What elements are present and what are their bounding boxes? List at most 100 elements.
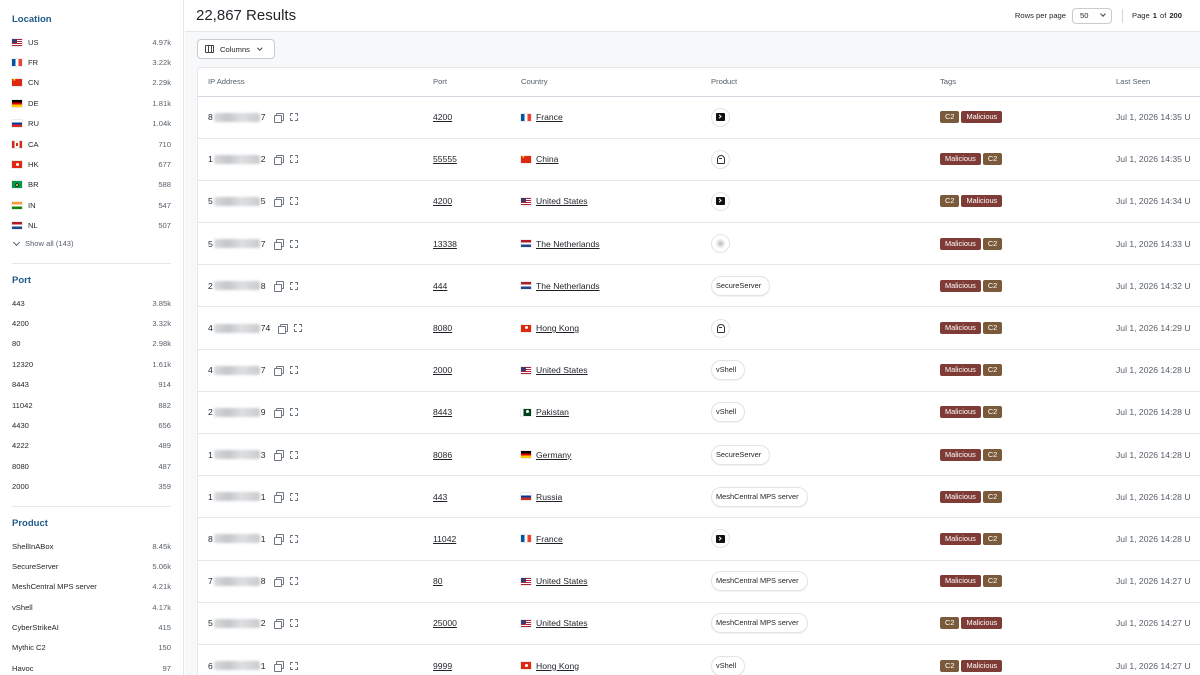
facet-item-location[interactable]: FR 3.22k [12, 52, 171, 72]
facet-item-product[interactable]: SecureServer 5.06k [12, 556, 171, 576]
tag-c2[interactable]: C2 [940, 617, 960, 630]
port-link[interactable]: 8443 [433, 407, 452, 417]
port-link[interactable]: 9999 [433, 661, 452, 671]
column-header-product[interactable]: Product [701, 68, 930, 97]
port-link[interactable]: 4200 [433, 196, 452, 206]
expand-icon[interactable] [289, 619, 298, 628]
facet-item-location[interactable]: IN 547 [12, 195, 171, 215]
tag-c2[interactable]: C2 [982, 575, 1003, 588]
product-badge[interactable] [711, 529, 730, 549]
facet-item-port[interactable]: 8443 914 [12, 374, 171, 394]
country-link[interactable]: United States [536, 365, 588, 375]
tag-malicious[interactable]: Malicious [940, 364, 981, 377]
copy-icon[interactable] [273, 492, 284, 503]
facet-item-port[interactable]: 12320 1.61k [12, 354, 171, 374]
country-link[interactable]: France [536, 534, 563, 544]
column-header-ip[interactable]: IP Address [198, 68, 423, 97]
facet-item-location[interactable]: CN 2.29k [12, 73, 171, 93]
tag-malicious[interactable]: Malicious [961, 111, 1003, 124]
country-link[interactable]: Hong Kong [536, 323, 579, 333]
product-pill[interactable]: MeshCentral MPS server [711, 486, 808, 507]
copy-icon[interactable] [273, 154, 284, 166]
tag-malicious[interactable]: Malicious [940, 237, 981, 250]
expand-icon[interactable] [289, 366, 298, 375]
table-row[interactable]: 7 8 80 United States MeshCentral MPS server M… [198, 560, 1200, 603]
tag-c2[interactable]: C2 [940, 111, 960, 124]
facet-item-location[interactable]: NL 507 [12, 216, 171, 236]
tag-c2[interactable]: C2 [982, 532, 1003, 545]
country-link[interactable]: Germany [536, 450, 571, 460]
expand-icon[interactable] [289, 408, 298, 417]
facet-item-port[interactable]: 8080 487 [12, 456, 171, 476]
country-link[interactable]: France [536, 112, 563, 122]
facet-item-location[interactable]: BR 588 [12, 175, 171, 195]
expand-icon[interactable] [289, 281, 298, 290]
product-pill[interactable]: vShell [711, 655, 746, 675]
table-row[interactable]: 5 2 25000 United States MeshCentral MPS serv… [198, 602, 1200, 645]
port-link[interactable]: 4200 [433, 112, 452, 122]
expand-icon[interactable] [289, 239, 298, 248]
expand-icon[interactable] [289, 492, 298, 501]
tag-c2[interactable]: C2 [982, 448, 1003, 461]
country-link[interactable]: United States [536, 196, 588, 206]
tag-malicious[interactable]: Malicious [961, 617, 1003, 630]
expand-icon[interactable] [289, 197, 298, 206]
port-link[interactable]: 2000 [433, 365, 452, 375]
port-link[interactable]: 8080 [433, 323, 452, 333]
column-header-country[interactable]: Country [511, 68, 701, 97]
port-link[interactable]: 444 [433, 281, 447, 291]
tag-malicious[interactable]: Malicious [940, 153, 981, 166]
expand-icon[interactable] [289, 450, 298, 459]
tag-c2[interactable]: C2 [982, 153, 1003, 166]
expand-icon[interactable] [289, 661, 298, 670]
copy-icon[interactable] [273, 407, 284, 419]
facet-item-location[interactable]: CA 710 [12, 134, 171, 154]
copy-icon[interactable] [273, 661, 284, 672]
copy-icon[interactable] [278, 323, 289, 335]
expand-icon[interactable] [289, 113, 298, 122]
table-row[interactable]: 8 7 4200 France C2 Malicious Jul 1, 2026 14:35… [198, 96, 1200, 139]
table-row[interactable]: 8 1 11042 France Malicious C2 Jul 1, 2026 14:2… [198, 517, 1200, 561]
port-link[interactable]: 8086 [433, 450, 452, 460]
facet-item-location[interactable]: US 4.97k [12, 32, 171, 52]
product-pill[interactable]: SecureServer [711, 275, 771, 296]
copy-icon[interactable] [273, 576, 284, 588]
table-row[interactable]: 5 5 4200 United States C2 Malicious Jul 1, 202… [198, 180, 1200, 224]
facet-item-port[interactable]: 443 3.85k [12, 293, 171, 313]
tag-malicious[interactable]: Malicious [940, 406, 981, 419]
tag-malicious[interactable]: Malicious [940, 490, 981, 503]
column-header-port[interactable]: Port [423, 68, 511, 97]
tag-malicious[interactable]: Malicious [961, 195, 1003, 208]
table-row[interactable]: 6 1 9999 Hong Kong vShell C2 Malicious Jul 1, 2… [198, 644, 1200, 675]
port-link[interactable]: 13338 [433, 239, 457, 249]
port-link[interactable]: 11042 [433, 534, 456, 544]
tag-c2[interactable]: C2 [982, 322, 1003, 335]
tag-c2[interactable]: C2 [982, 279, 1003, 292]
tag-malicious[interactable]: Malicious [940, 322, 981, 335]
product-pill[interactable]: MeshCentral MPS server [711, 571, 808, 592]
copy-icon[interactable] [273, 281, 284, 292]
facet-item-location[interactable]: RU 1.04k [12, 114, 171, 134]
product-badge[interactable] [711, 234, 730, 254]
product-badge[interactable] [711, 149, 730, 169]
country-link[interactable]: United States [536, 576, 588, 586]
copy-icon[interactable] [273, 450, 284, 461]
country-link[interactable]: The Netherlands [536, 281, 600, 291]
expand-icon[interactable] [289, 534, 298, 543]
expand-icon[interactable] [289, 577, 298, 586]
product-badge[interactable] [711, 107, 730, 127]
table-row[interactable]: 1 1 443 Russia MeshCentral MPS server Malicio… [198, 475, 1200, 519]
column-header-last-seen[interactable]: Last Seen [1106, 68, 1200, 97]
copy-icon[interactable] [273, 365, 284, 377]
copy-icon[interactable] [273, 534, 284, 545]
country-link[interactable]: United States [536, 618, 588, 628]
facet-item-port[interactable]: 2000 359 [12, 476, 171, 496]
table-row[interactable]: 1 3 8086 Germany SecureServer Malicious C2 Jul … [198, 433, 1200, 477]
tag-malicious[interactable]: Malicious [940, 532, 981, 545]
product-badge[interactable] [711, 318, 730, 338]
table-row[interactable]: 2 8 444 The Netherlands SecureServer Maliciou… [198, 264, 1200, 308]
tag-malicious[interactable]: Malicious [940, 575, 981, 588]
facet-item-port[interactable]: 4222 489 [12, 436, 171, 456]
show-all-locations-button[interactable]: Show all (143) [12, 236, 171, 252]
rows-per-page-select[interactable]: 50 [1072, 7, 1112, 24]
